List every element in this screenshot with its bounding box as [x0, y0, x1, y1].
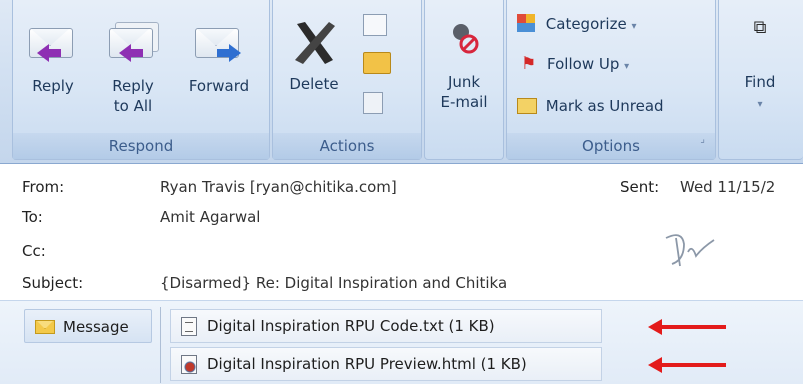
- options-label-text: Options: [582, 137, 640, 155]
- annotation-arrow: [648, 357, 726, 373]
- envelope-icon: [35, 320, 55, 334]
- move-to-folder-icon[interactable]: [363, 52, 391, 74]
- attachment-txt-label: Digital Inspiration RPU Code.txt (1 KB): [207, 317, 495, 335]
- actions-group-label: Actions: [273, 133, 421, 159]
- junk-email-icon: [453, 24, 479, 54]
- options-group-label: Options ⌟: [507, 133, 715, 159]
- respond-group: Reply Reply to All Forward Respond: [12, 0, 270, 160]
- attachments-bar: Message Digital Inspiration RPU Code.txt…: [0, 300, 803, 384]
- sent-label: Sent:: [620, 178, 660, 196]
- follow-up-dropdown-icon: ▾: [624, 61, 630, 72]
- attachment-txt[interactable]: Digital Inspiration RPU Code.txt (1 KB): [170, 309, 602, 343]
- attachment-html[interactable]: Digital Inspiration RPU Preview.html (1 …: [170, 347, 602, 381]
- delete-button[interactable]: Delete: [281, 18, 347, 94]
- signature-logo: [665, 234, 715, 267]
- mark-unread-label: Mark as Unread: [545, 97, 664, 115]
- from-value[interactable]: Ryan Travis [ryan@chitika.com]: [160, 178, 397, 196]
- subject-value: {Disarmed} Re: Digital Inspiration and C…: [160, 274, 508, 292]
- respond-group-label: Respond: [13, 133, 269, 159]
- attachment-html-label: Digital Inspiration RPU Preview.html (1 …: [207, 355, 527, 373]
- separator: [160, 307, 161, 383]
- to-value[interactable]: Amit Agarwal: [160, 208, 260, 226]
- junk-label-1: Junk: [447, 73, 481, 91]
- from-label: From:: [22, 178, 65, 196]
- flag-icon: ⚑: [521, 54, 537, 74]
- follow-up-button[interactable]: ⚑ Follow Up ▾: [521, 54, 711, 77]
- html-file-icon: [181, 355, 197, 374]
- categorize-label: Categorize: [545, 15, 627, 33]
- forward-label: Forward: [188, 77, 250, 95]
- actions-group: Delete Actions: [272, 0, 422, 160]
- delete-icon: [295, 22, 335, 64]
- sent-value: Wed 11/15/2: [680, 178, 776, 196]
- delete-label: Delete: [289, 75, 339, 93]
- find-label: Find: [744, 73, 776, 91]
- dialog-launcher-icon[interactable]: ⌟: [700, 127, 705, 153]
- message-header: From: Ryan Travis [ryan@chitika.com] Sen…: [0, 164, 803, 319]
- forward-button[interactable]: Forward: [181, 20, 257, 96]
- junk-label-2: E-mail: [440, 93, 488, 111]
- to-label: To:: [22, 208, 43, 226]
- forward-icon: [195, 20, 245, 62]
- mark-unread-icon: [517, 98, 537, 114]
- ribbon: Reply Reply to All Forward Respond Delet…: [0, 0, 803, 164]
- annotation-arrow: [648, 319, 726, 335]
- reply-button[interactable]: Reply: [23, 20, 83, 96]
- reply-icon: [29, 20, 79, 62]
- mark-as-unread-button[interactable]: Mark as Unread: [517, 96, 717, 116]
- follow-up-label: Follow Up: [547, 55, 620, 73]
- reply-label: Reply: [32, 77, 74, 95]
- message-button[interactable]: Message: [24, 309, 152, 343]
- categorize-icon: [517, 14, 535, 32]
- other-actions-icon[interactable]: [363, 92, 383, 114]
- text-file-icon: [181, 317, 197, 336]
- reply-all-label-1: Reply: [112, 77, 154, 95]
- reply-all-button[interactable]: Reply to All: [103, 20, 163, 116]
- find-button[interactable]: ⧉ Find ▾: [727, 18, 793, 115]
- options-group: Categorize ▾ ⚑ Follow Up ▾ Mark as Unrea…: [506, 0, 716, 160]
- create-rule-icon[interactable]: [363, 14, 387, 36]
- subject-label: Subject:: [22, 274, 84, 292]
- categorize-dropdown-icon: ▾: [631, 21, 637, 32]
- reply-all-icon: [109, 20, 159, 62]
- junk-group: Junk E-mail: [424, 0, 504, 160]
- find-group: ⧉ Find ▾: [718, 0, 803, 160]
- binoculars-icon: ⧉: [753, 17, 767, 38]
- reply-all-label-2: to All: [113, 97, 153, 115]
- cc-label: Cc:: [22, 242, 46, 260]
- find-dropdown-icon: ▾: [757, 99, 763, 110]
- categorize-button[interactable]: Categorize ▾: [517, 14, 707, 37]
- junk-email-button[interactable]: Junk E-mail: [431, 18, 497, 112]
- message-label: Message: [63, 318, 129, 336]
